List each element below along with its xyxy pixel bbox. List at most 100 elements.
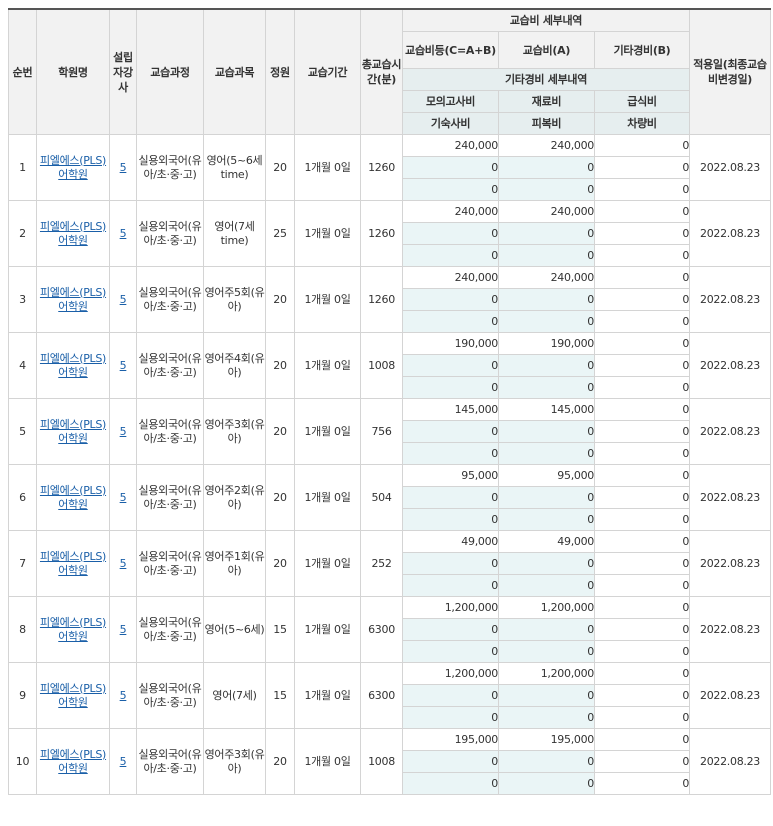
founder-teacher-link[interactable]: 5 (120, 227, 127, 240)
founder-teacher-link[interactable]: 5 (120, 161, 127, 174)
dorm-fee-cell: 0 (402, 310, 499, 333)
header-dorm: 기숙사비 (402, 112, 499, 135)
fee-a-cell: 49,000 (498, 530, 595, 553)
capacity-cell: 20 (265, 728, 295, 795)
fee-b-cell: 0 (593, 200, 691, 223)
fee-total-cell: 240,000 (402, 266, 499, 289)
mock-exam-fee-cell: 0 (402, 288, 499, 311)
subject-cell: 영어(5~6세) (203, 596, 266, 663)
dorm-fee-cell: 0 (402, 178, 499, 201)
dorm-fee-cell: 0 (402, 706, 499, 729)
fee-b-cell: 0 (593, 596, 691, 619)
uniform-fee-cell: 0 (498, 310, 595, 333)
material-fee-cell: 0 (498, 222, 595, 245)
header-fee-a: 교습비(A) (498, 31, 595, 69)
founder-teacher-link[interactable]: 5 (120, 689, 127, 702)
fee-total-cell: 49,000 (402, 530, 499, 553)
uniform-fee-cell: 0 (498, 376, 595, 399)
header-founder-teacher: 설립자강사 (109, 8, 137, 135)
subject-cell: 영어(7세time) (203, 200, 266, 267)
apply-date-cell: 2022.08.23 (689, 134, 772, 201)
apply-date-cell: 2022.08.23 (689, 398, 772, 465)
mock-exam-fee-cell: 0 (402, 420, 499, 443)
header-capacity: 정원 (265, 8, 295, 135)
row-number: 7 (8, 530, 37, 597)
material-fee-cell: 0 (498, 684, 595, 707)
fee-table: 순번 학원명 설립자강사 교습과정 교습과목 정원 교습기간 총교습시간(분) … (8, 8, 772, 795)
total-time-cell: 1260 (360, 266, 403, 333)
meal-fee-cell: 0 (593, 684, 691, 707)
row-number: 4 (8, 332, 37, 399)
uniform-fee-cell: 0 (498, 442, 595, 465)
founder-teacher-link[interactable]: 5 (120, 293, 127, 306)
table-row: 9 피엘에스(PLS)어학원 5 실용외국어(유아/초·중·고) 영어(7세) 15 1개월… (8, 662, 772, 729)
table-row: 3 피엘에스(PLS)어학원 5 실용외국어(유아/초·중·고) 영어주5회(유아) 20… (8, 266, 772, 333)
mock-exam-fee-cell: 0 (402, 618, 499, 641)
material-fee-cell: 0 (498, 354, 595, 377)
founder-teacher-link[interactable]: 5 (120, 557, 127, 570)
header-fee-b: 기타경비(B) (593, 31, 691, 69)
founder-teacher-link[interactable]: 5 (120, 623, 127, 636)
row-number: 6 (8, 464, 37, 531)
table-row: 2 피엘에스(PLS)어학원 5 실용외국어(유아/초·중·고) 영어(7세time) 2… (8, 200, 772, 267)
vehicle-fee-cell: 0 (593, 310, 691, 333)
period-cell: 1개월 0일 (294, 134, 361, 201)
total-time-cell: 504 (360, 464, 403, 531)
subject-cell: 영어주2회(유아) (203, 464, 266, 531)
capacity-cell: 15 (265, 662, 295, 729)
founder-teacher-link[interactable]: 5 (120, 359, 127, 372)
academy-name-link[interactable]: 피엘에스(PLS)어학원 (40, 418, 106, 445)
dorm-fee-cell: 0 (402, 640, 499, 663)
row-number: 9 (8, 662, 37, 729)
academy-name-link[interactable]: 피엘에스(PLS)어학원 (40, 352, 106, 379)
apply-date-cell: 2022.08.23 (689, 728, 772, 795)
fee-b-cell: 0 (593, 530, 691, 553)
academy-name-link[interactable]: 피엘에스(PLS)어학원 (40, 220, 106, 247)
apply-date-cell: 2022.08.23 (689, 662, 772, 729)
academy-name-link[interactable]: 피엘에스(PLS)어학원 (40, 682, 106, 709)
mock-exam-fee-cell: 0 (402, 750, 499, 773)
period-cell: 1개월 0일 (294, 398, 361, 465)
mock-exam-fee-cell: 0 (402, 156, 499, 179)
fee-b-cell: 0 (593, 266, 691, 289)
meal-fee-cell: 0 (593, 618, 691, 641)
fee-total-cell: 240,000 (402, 200, 499, 223)
fee-b-cell: 0 (593, 728, 691, 751)
meal-fee-cell: 0 (593, 222, 691, 245)
uniform-fee-cell: 0 (498, 574, 595, 597)
academy-name-link[interactable]: 피엘에스(PLS)어학원 (40, 154, 106, 181)
page: 순번 학원명 설립자강사 교습과정 교습과목 정원 교습기간 총교습시간(분) … (0, 0, 773, 826)
uniform-fee-cell: 0 (498, 178, 595, 201)
subject-cell: 영어주1회(유아) (203, 530, 266, 597)
founder-teacher-link[interactable]: 5 (120, 425, 127, 438)
fee-b-cell: 0 (593, 398, 691, 421)
total-time-cell: 6300 (360, 596, 403, 663)
course-cell: 실용외국어(유아/초·중·고) (136, 200, 204, 267)
table-row: 1 피엘에스(PLS)어학원 5 실용외국어(유아/초·중·고) 영어(5~6세time… (8, 134, 772, 201)
subject-cell: 영어주4회(유아) (203, 332, 266, 399)
fee-a-cell: 240,000 (498, 134, 595, 157)
fee-a-cell: 1,200,000 (498, 662, 595, 685)
capacity-cell: 25 (265, 200, 295, 267)
period-cell: 1개월 0일 (294, 596, 361, 663)
row-number: 3 (8, 266, 37, 333)
academy-name-link[interactable]: 피엘에스(PLS)어학원 (40, 550, 106, 577)
vehicle-fee-cell: 0 (593, 178, 691, 201)
capacity-cell: 20 (265, 266, 295, 333)
total-time-cell: 756 (360, 398, 403, 465)
apply-date-cell: 2022.08.23 (689, 200, 772, 267)
academy-name-link[interactable]: 피엘에스(PLS)어학원 (40, 484, 106, 511)
course-cell: 실용외국어(유아/초·중·고) (136, 662, 204, 729)
period-cell: 1개월 0일 (294, 464, 361, 531)
capacity-cell: 20 (265, 530, 295, 597)
academy-name-link[interactable]: 피엘에스(PLS)어학원 (40, 286, 106, 313)
academy-name-link[interactable]: 피엘에스(PLS)어학원 (40, 616, 106, 643)
course-cell: 실용외국어(유아/초·중·고) (136, 464, 204, 531)
dorm-fee-cell: 0 (402, 442, 499, 465)
academy-name-link[interactable]: 피엘에스(PLS)어학원 (40, 748, 106, 775)
founder-teacher-link[interactable]: 5 (120, 755, 127, 768)
founder-teacher-link[interactable]: 5 (120, 491, 127, 504)
meal-fee-cell: 0 (593, 486, 691, 509)
fee-a-cell: 145,000 (498, 398, 595, 421)
fee-b-cell: 0 (593, 464, 691, 487)
